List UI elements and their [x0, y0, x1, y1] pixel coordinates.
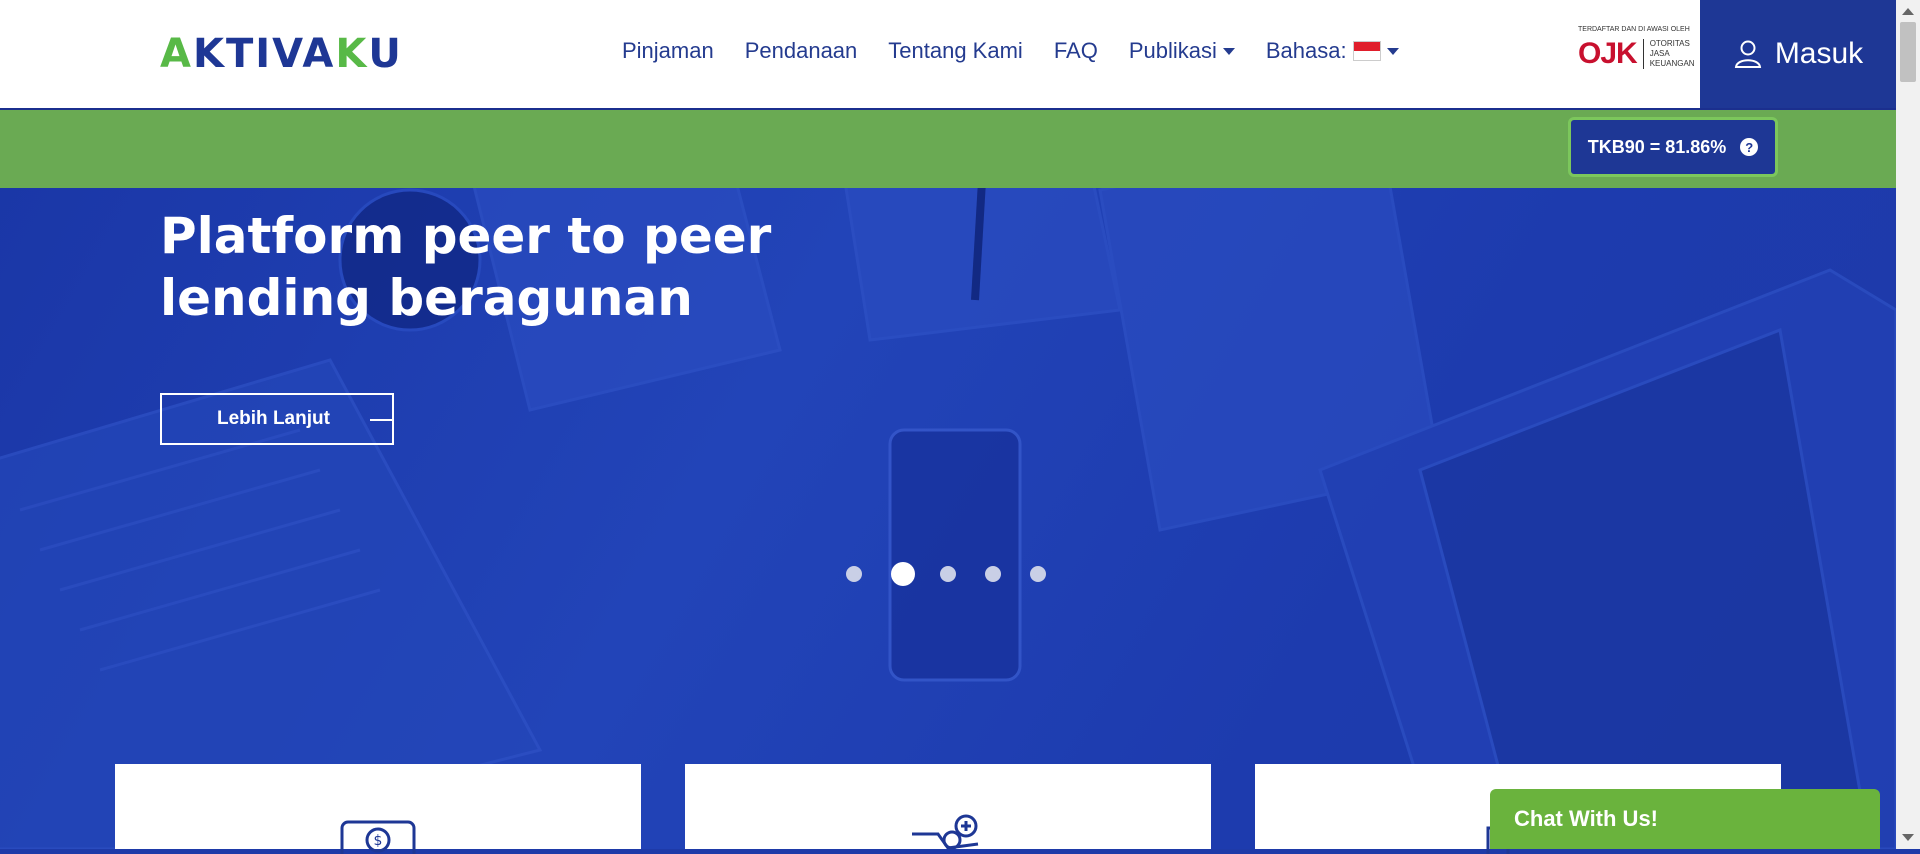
scroll-up-arrow-icon[interactable] [1902, 8, 1914, 15]
question-circle-icon[interactable]: ? [1740, 138, 1759, 156]
caret-down-icon [1222, 47, 1235, 55]
ojk-row: OJK OTORITAS JASA KEUANGAN [1578, 37, 1698, 71]
carousel-indicators [846, 562, 1075, 586]
nav-pendanaan[interactable]: Pendanaan [745, 38, 858, 64]
main-nav: Pinjaman Pendanaan Tentang Kami FAQ Publ… [622, 38, 1430, 64]
ojk-line-3: KEUANGAN [1649, 59, 1695, 68]
user-icon [1734, 40, 1761, 68]
page-scrollbar[interactable] [1896, 0, 1920, 849]
logo-letter-a: A [160, 31, 193, 77]
svg-text:$: $ [374, 833, 383, 849]
chat-widget[interactable]: Chat With Us! [1490, 789, 1880, 849]
aktivaku-logo[interactable]: A KTIVA K U [160, 30, 403, 78]
ojk-subtitle: OTORITAS JASA KEUANGAN [1650, 39, 1695, 69]
logo-letter-k: K [335, 31, 369, 77]
scroll-down-arrow-icon[interactable] [1902, 834, 1914, 841]
caret-down-icon [1386, 47, 1399, 55]
nav-bahasa-dropdown[interactable]: Bahasa: [1266, 38, 1399, 64]
scrollbar-thumb[interactable] [1900, 22, 1916, 82]
nav-faq-label: FAQ [1053, 38, 1098, 63]
indonesia-flag-icon [1352, 41, 1381, 61]
nav-tentang-kami[interactable]: Tentang Kami [888, 38, 1023, 64]
nav-faq[interactable]: FAQ [1054, 38, 1098, 64]
ojk-caption: TERDAFTAR DAN DI AWASI OLEH [1578, 26, 1690, 33]
carousel-dot-5[interactable] [1030, 566, 1046, 582]
login-label: Masuk [1774, 37, 1864, 70]
nav-publikasi-dropdown[interactable]: Publikasi [1129, 38, 1235, 64]
logo-letters-ktiva: KTIVA [192, 31, 336, 77]
logo-letter-u: U [368, 31, 403, 77]
hero-title: Platform peer to peer lending beragunan [160, 207, 772, 327]
nav-pinjaman[interactable]: Pinjaman [622, 38, 714, 64]
carousel-dot-2[interactable] [891, 562, 915, 586]
cta-arrow-line [370, 419, 392, 421]
nav-pendanaan-label: Pendanaan [744, 38, 858, 63]
tkb-badge[interactable]: TKB90 = 81.86% ? [1568, 117, 1778, 177]
nav-pinjaman-label: Pinjaman [622, 38, 714, 63]
money-transfer-icon [912, 814, 979, 850]
carousel-dot-4[interactable] [985, 566, 1001, 582]
nav-tentang-kami-label: Tentang Kami [888, 38, 1023, 63]
nav-publikasi-label: Publikasi [1128, 38, 1217, 63]
lebih-lanjut-button[interactable]: Lebih Lanjut [160, 393, 394, 445]
carousel-dot-3[interactable] [940, 566, 956, 582]
nav-bahasa-label: Bahasa: [1265, 38, 1347, 63]
ojk-badge: TERDAFTAR DAN DI AWASI OLEH OJK OTORITAS… [1578, 26, 1698, 88]
feature-card-1[interactable]: $ [115, 764, 641, 854]
cta-label: Lebih Lanjut [217, 408, 330, 429]
site-header: A KTIVA K U Pinjaman Pendanaan Tentang Kami… [0, 0, 1896, 110]
ojk-logo: OJK [1578, 37, 1638, 70]
login-button[interactable]: Masuk [1700, 0, 1896, 108]
ojk-divider [1642, 39, 1644, 69]
carousel-dot-1[interactable] [846, 566, 862, 582]
money-bill-icon: $ [340, 820, 416, 854]
ojk-line-2: JASA [1649, 49, 1670, 58]
chat-label: Chat With Us! [1514, 806, 1659, 831]
feature-card-2[interactable] [685, 764, 1211, 850]
ojk-line-1: OTORITAS [1649, 39, 1690, 48]
tkb-value: TKB90 = 81.86% [1587, 136, 1727, 157]
